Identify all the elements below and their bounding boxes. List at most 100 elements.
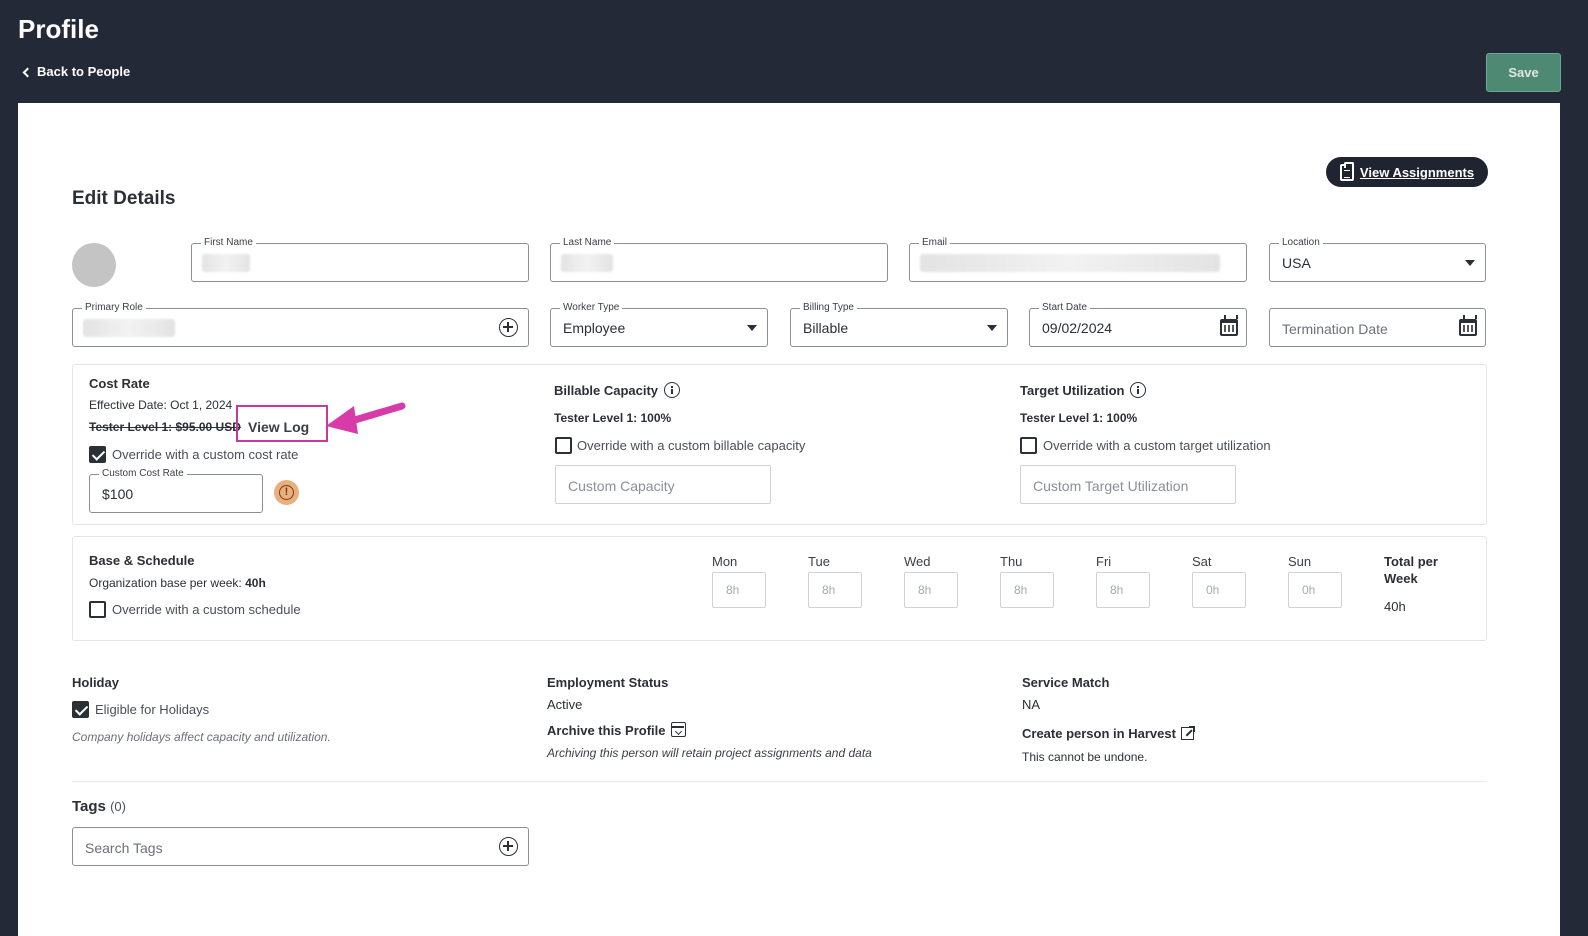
target-utilization-title: Target Utilization <box>1020 382 1147 398</box>
day-hours-mon[interactable]: 8h <box>712 572 766 608</box>
custom-cost-rate-label: Custom Cost Rate <box>99 468 187 480</box>
add-tag-icon[interactable] <box>499 837 518 856</box>
archive-note: Archiving this person will retain projec… <box>547 746 872 760</box>
location-select[interactable]: Location USA <box>1269 237 1486 282</box>
override-cost-rate-label: Override with a custom cost rate <box>112 447 299 462</box>
org-base-text: Organization base per week: 40h <box>89 576 266 590</box>
first-name-field[interactable]: First Name <box>191 237 529 282</box>
save-button[interactable]: Save <box>1486 53 1561 92</box>
warning-icon[interactable] <box>274 480 299 505</box>
day-hours-tue[interactable]: 8h <box>808 572 862 608</box>
custom-target-utilization-input[interactable]: Custom Target Utilization <box>1020 465 1236 504</box>
view-assignments-button[interactable]: View Assignments <box>1326 157 1488 187</box>
email-value-redacted <box>920 254 1220 272</box>
info-icon[interactable] <box>1130 382 1147 398</box>
termination-date-field[interactable]: Termination Date <box>1269 308 1486 347</box>
add-role-icon[interactable] <box>499 318 518 337</box>
worker-type-select[interactable]: Worker Type Employee <box>550 302 768 347</box>
calendar-icon[interactable] <box>1220 315 1238 336</box>
override-cost-rate-checkbox[interactable] <box>89 446 106 463</box>
tags-title: Tags (0) <box>72 798 126 815</box>
back-link-label: Back to People <box>37 64 131 79</box>
billable-capacity-title: Billable Capacity <box>554 382 681 398</box>
email-label: Email <box>919 237 951 249</box>
custom-cost-rate-field[interactable]: Custom Cost Rate $100 <box>89 468 263 513</box>
page-title: Profile <box>18 14 99 44</box>
worker-type-value: Employee <box>563 320 626 336</box>
edit-details-title: Edit Details <box>72 188 176 209</box>
view-log-link[interactable]: View Log <box>236 405 328 442</box>
search-tags-input[interactable]: Search Tags <box>72 827 529 866</box>
first-name-value-redacted <box>202 254 250 272</box>
total-per-week-value: 40h <box>1384 599 1406 614</box>
view-assignments-label: View Assignments <box>1359 164 1475 180</box>
override-schedule-checkbox[interactable] <box>89 601 106 618</box>
employment-status-title: Employment Status <box>547 675 669 690</box>
day-hours-fri[interactable]: 8h <box>1096 572 1150 608</box>
billing-type-select[interactable]: Billing Type Billable <box>790 302 1008 347</box>
day-hours-thu[interactable]: 8h <box>1000 572 1054 608</box>
first-name-label: First Name <box>201 237 256 249</box>
caret-down-icon <box>747 325 757 331</box>
search-tags-placeholder: Search Tags <box>85 840 163 856</box>
eligible-holidays-label: Eligible for Holidays <box>95 702 210 717</box>
divider <box>72 781 1487 782</box>
clipboard-icon <box>1339 161 1354 181</box>
calendar-icon[interactable] <box>1459 315 1477 336</box>
harvest-note: This cannot be undone. <box>1022 750 1148 764</box>
holiday-title: Holiday <box>72 675 119 690</box>
back-to-people-link[interactable]: Back to People <box>22 64 131 79</box>
total-per-week-label-line2: Week <box>1384 571 1418 586</box>
custom-target-utilization-placeholder: Custom Target Utilization <box>1033 478 1189 494</box>
override-target-utilization-checkbox[interactable] <box>1020 437 1037 454</box>
last-name-field[interactable]: Last Name <box>550 237 888 282</box>
chevron-left-icon <box>22 67 33 77</box>
location-value: USA <box>1282 255 1311 271</box>
start-date-field[interactable]: Start Date 09/02/2024 <box>1029 302 1247 347</box>
day-label-wed: Wed <box>904 554 931 569</box>
location-label: Location <box>1279 237 1323 249</box>
tags-title-text: Tags <box>72 798 106 815</box>
schedule-title: Base & Schedule <box>89 553 195 568</box>
day-label-sat: Sat <box>1192 554 1212 569</box>
email-field[interactable]: Email <box>909 237 1247 282</box>
day-hours-sat[interactable]: 0h <box>1192 572 1246 608</box>
caret-down-icon <box>987 325 997 331</box>
override-target-utilization-label: Override with a custom target utilizatio… <box>1043 438 1271 453</box>
avatar[interactable] <box>72 243 116 287</box>
eligible-holidays-checkbox[interactable] <box>72 701 89 718</box>
day-label-mon: Mon <box>712 554 738 569</box>
cost-rate-effective-date: Effective Date: Oct 1, 2024 <box>89 398 233 412</box>
cost-rate-old-rate: Tester Level 1: $95.00 USD <box>89 420 241 434</box>
primary-role-field[interactable]: Primary Role <box>72 302 529 347</box>
custom-cost-rate-value: $100 <box>102 486 134 502</box>
start-date-label: Start Date <box>1039 302 1091 314</box>
archive-icon[interactable] <box>671 722 687 737</box>
worker-type-label: Worker Type <box>560 302 623 314</box>
holiday-note: Company holidays affect capacity and uti… <box>72 730 331 744</box>
info-icon[interactable] <box>664 382 681 398</box>
day-hours-wed[interactable]: 8h <box>904 572 958 608</box>
external-link-icon[interactable] <box>1180 726 1195 740</box>
primary-role-label: Primary Role <box>82 302 146 314</box>
billable-capacity-level: Tester Level 1: 100% <box>554 411 672 425</box>
day-label-thu: Thu <box>1000 554 1023 569</box>
billable-capacity-title-text: Billable Capacity <box>554 383 659 398</box>
custom-capacity-input[interactable]: Custom Capacity <box>555 465 771 504</box>
create-harvest-link[interactable]: Create person in Harvest <box>1022 726 1195 741</box>
start-date-value: 09/02/2024 <box>1042 320 1113 336</box>
service-match-value: NA <box>1022 697 1041 712</box>
employment-status-value: Active <box>547 697 583 712</box>
override-billable-capacity-label: Override with a custom billable capacity <box>577 438 806 453</box>
total-per-week-label-line1: Total per <box>1384 554 1438 569</box>
org-base-label: Organization base per week: <box>89 576 242 590</box>
archive-profile-link[interactable]: Archive this Profile <box>547 722 687 738</box>
override-billable-capacity-checkbox[interactable] <box>555 437 572 454</box>
caret-down-icon <box>1465 260 1475 266</box>
billing-type-value: Billable <box>803 320 849 336</box>
archive-profile-label: Archive this Profile <box>547 723 666 738</box>
org-base-value: 40h <box>245 576 266 590</box>
tags-count: (0) <box>110 799 126 814</box>
day-hours-sun[interactable]: 0h <box>1288 572 1342 608</box>
primary-role-value-redacted <box>83 319 175 337</box>
